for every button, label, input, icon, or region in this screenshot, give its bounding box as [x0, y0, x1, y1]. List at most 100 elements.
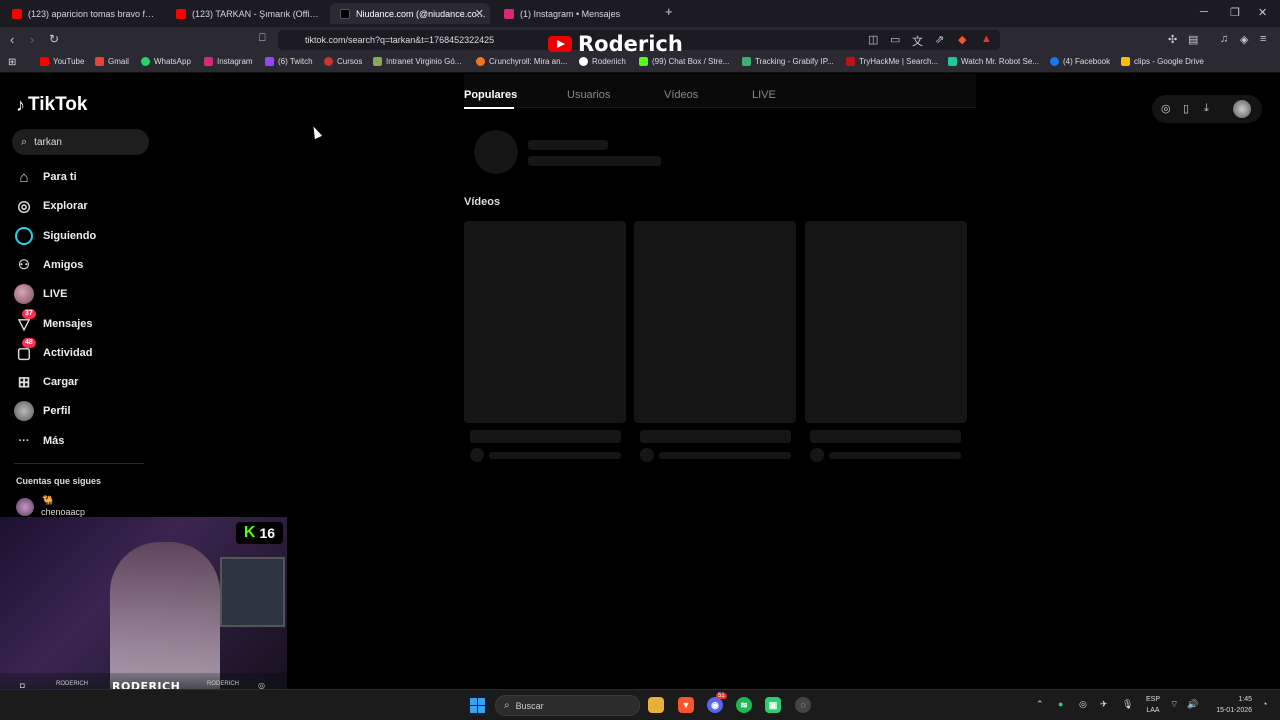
bookmark-item[interactable]: (4) Facebook	[1050, 57, 1110, 66]
compass-icon[interactable]: ◎	[1161, 102, 1171, 115]
music-icon[interactable]: ♫	[1220, 33, 1228, 45]
tray-app-icon[interactable]: ●	[1058, 699, 1063, 709]
nav-label: Más	[43, 435, 65, 447]
skeleton-line	[829, 452, 961, 459]
skeleton-line	[489, 452, 621, 459]
windows-start-icon[interactable]	[470, 698, 485, 713]
spotify-icon[interactable]: ≋	[736, 697, 752, 713]
tab-tiktok[interactable]: Niudance.com (@niudance.com) ✕	[330, 3, 490, 24]
skeleton-avatar	[470, 448, 484, 462]
bookmark-item[interactable]: (6) Twitch	[265, 57, 313, 66]
bookmark-item[interactable]: Instagram	[204, 57, 253, 66]
menu-icon[interactable]: ≡	[1260, 33, 1266, 45]
notification-icon[interactable]: ◔	[1262, 699, 1267, 709]
bookmark-item[interactable]: Intranet Virginio Gó...	[373, 57, 461, 66]
language-indicator[interactable]: ESP LAA	[1144, 694, 1162, 716]
tab-live[interactable]: LIVE	[752, 89, 776, 101]
bookmark-label: Intranet Virginio Gó...	[386, 57, 462, 66]
bookmark-item[interactable]: Gmail	[95, 57, 129, 66]
obs-icon[interactable]: ◌	[795, 697, 811, 713]
bookmark-item[interactable]: Watch Mr. Robot Se...	[948, 57, 1039, 66]
tray-chevron-icon[interactable]: ⌃	[1036, 699, 1044, 710]
friends-icon: ⚇	[18, 257, 30, 272]
nav-actividad[interactable]: ▢ 48 Actividad	[14, 338, 93, 365]
reload-icon[interactable]: ↻	[49, 32, 59, 46]
tab-populares[interactable]: Populares	[464, 89, 517, 101]
bookmark-item[interactable]: Roderiich	[579, 57, 626, 66]
system-clock[interactable]: 1:45 15-01-2026	[1206, 694, 1252, 716]
share-icon[interactable]: ⇗	[935, 33, 944, 46]
nav-amigos[interactable]: ⚇ Amigos	[14, 253, 83, 277]
facebook-icon	[1050, 57, 1059, 66]
nav-label: Para ti	[43, 171, 77, 183]
bookmark-label: clips - Google Drive	[1134, 57, 1204, 66]
tiktok-logo[interactable]: ♪ TikTok	[16, 94, 87, 116]
restore-icon[interactable]: ❐	[1230, 6, 1240, 19]
nav-para-ti[interactable]: ⌂ Para ti	[14, 165, 77, 189]
nav-mas[interactable]: ··· Más	[14, 429, 65, 453]
search-input[interactable]: ⌕ tarkan	[12, 129, 149, 155]
profile-avatar-icon	[14, 401, 34, 421]
translate-icon[interactable]: 文	[912, 33, 923, 49]
phone-icon[interactable]: ▯	[1183, 102, 1189, 115]
avatar[interactable]	[1233, 100, 1251, 118]
sidebar-icon[interactable]: ▤	[1188, 33, 1198, 46]
nav-siguiendo[interactable]: Siguiendo	[14, 224, 96, 248]
bookmark-label: Gmail	[108, 57, 129, 66]
wifi-icon[interactable]: ⌔	[1170, 699, 1178, 710]
extensions-icon[interactable]: ✣	[1168, 33, 1177, 46]
messages-icon: ▽ 37	[14, 309, 36, 334]
nav-explorar[interactable]: ◎ Explorar	[14, 194, 87, 218]
following-account-item[interactable]: 🐫 chenoaacp	[16, 495, 85, 517]
brave-shield-icon[interactable]: ◆	[958, 33, 966, 46]
bookmark-item[interactable]: Tracking - Grabify IP...	[742, 57, 834, 66]
bookmark-icon[interactable]: ⎕	[259, 32, 266, 45]
tab-youtube-2[interactable]: (123) TARKAN - Şımarık (Official Mus	[166, 3, 326, 24]
tab-title: (123) aparicion tomas bravo fantasma	[28, 8, 158, 19]
close-icon[interactable]: ✕	[475, 7, 484, 20]
bookmark-item[interactable]: YouTube	[40, 57, 84, 66]
bookmark-label: Watch Mr. Robot Se...	[961, 57, 1039, 66]
discord-icon[interactable]: ◉	[707, 697, 723, 713]
tab-instagram[interactable]: (1) Instagram • Mensajes	[494, 3, 654, 24]
bookmark-item[interactable]: Crunchyroll: Mira an...	[476, 57, 567, 66]
file-explorer-icon[interactable]	[648, 697, 664, 713]
new-tab-button[interactable]: +	[665, 4, 673, 19]
tab-youtube-1[interactable]: (123) aparicion tomas bravo fantasma	[2, 3, 162, 24]
brave-browser-icon[interactable]: ▼	[678, 697, 694, 713]
volume-icon[interactable]: 🔊	[1187, 699, 1198, 710]
screen-icon[interactable]: ▭	[890, 33, 900, 46]
nav-perfil[interactable]: Perfil	[14, 399, 71, 423]
bookmark-item[interactable]: TryHackMe | Search...	[846, 57, 938, 66]
reader-icon[interactable]: ◫	[868, 33, 878, 46]
nav-cargar[interactable]: ⊞ Cargar	[14, 370, 79, 394]
apps-grid-icon[interactable]: ⊞	[8, 57, 16, 68]
following-accounts-title: Cuentas que sigues	[16, 476, 102, 486]
tray-bluetooth-icon[interactable]: ✈	[1100, 699, 1108, 710]
twitch-icon	[265, 57, 274, 66]
youtube-icon	[176, 8, 186, 19]
chat-app-icon[interactable]: ▣	[765, 697, 781, 713]
bookmark-item[interactable]: WhatsApp	[141, 57, 191, 66]
nav-live[interactable]: LIVE	[14, 282, 67, 306]
tray-network-icon[interactable]: ◎	[1079, 699, 1087, 710]
account-emoji: 🐫	[42, 495, 54, 505]
download-icon[interactable]: ⤓	[1204, 102, 1209, 115]
avatar	[16, 498, 34, 516]
rewards-icon[interactable]: ▲	[981, 33, 992, 45]
close-window-icon[interactable]: ✕	[1258, 6, 1267, 19]
bookmark-item[interactable]: Cursos	[324, 57, 362, 66]
vpn-icon[interactable]: ◈	[1240, 33, 1248, 46]
tab-videos[interactable]: Vídeos	[664, 89, 698, 101]
microphone-icon[interactable]: 🎙	[1122, 699, 1133, 710]
kick-icon: K	[243, 524, 256, 541]
background-monitor	[220, 557, 285, 627]
bookmark-item[interactable]: (99) Chat Box / Stre...	[639, 57, 729, 66]
tab-usuarios[interactable]: Usuarios	[567, 89, 610, 101]
bookmark-item[interactable]: clips - Google Drive	[1121, 57, 1204, 66]
back-icon[interactable]: ‹	[10, 32, 14, 47]
forward-icon[interactable]: ›	[30, 32, 34, 47]
taskbar-search[interactable]: ⌕ Buscar	[495, 695, 640, 716]
nav-mensajes[interactable]: ▽ 37 Mensajes	[14, 309, 93, 336]
minimize-icon[interactable]: ─	[1200, 6, 1208, 18]
